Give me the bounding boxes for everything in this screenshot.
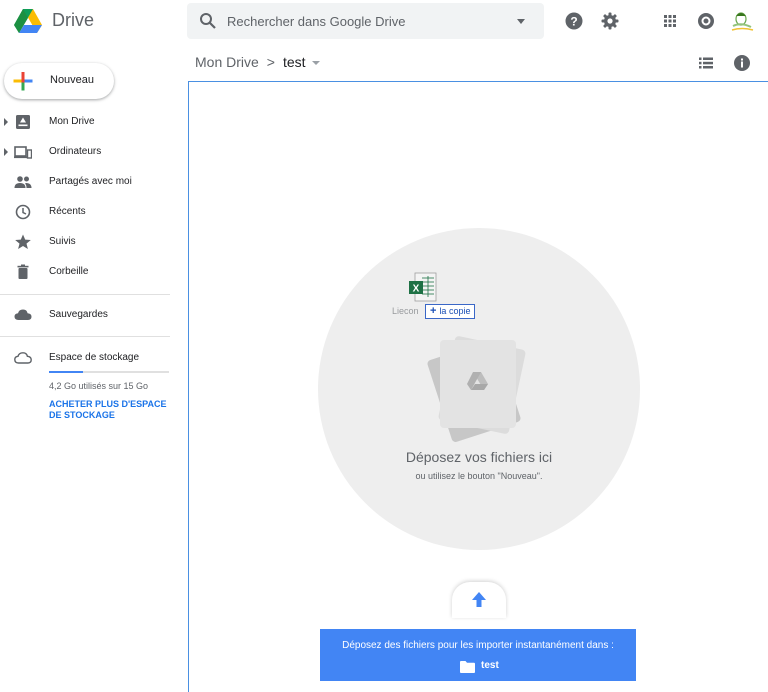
drive-files-illustration-icon	[427, 336, 526, 442]
list-view-icon[interactable]	[698, 55, 714, 71]
sidebar-item-starred[interactable]: Suivis	[0, 228, 180, 256]
upload-indicator	[452, 582, 506, 618]
drive-logo-icon[interactable]	[14, 8, 42, 34]
sidebar-divider	[0, 294, 170, 295]
copy-tooltip-label: la copie	[439, 306, 471, 316]
breadcrumb-current-folder[interactable]: test	[283, 54, 306, 70]
people-icon	[14, 176, 32, 188]
excel-file-icon[interactable]: X	[409, 272, 437, 302]
account-avatar[interactable]	[729, 10, 755, 34]
my-drive-icon	[16, 115, 30, 129]
settings-gear-icon[interactable]	[600, 11, 620, 31]
sidebar-item-label: Suivis	[49, 236, 76, 247]
search-icon[interactable]	[199, 12, 217, 30]
sidebar-item-my-drive[interactable]: Mon Drive	[0, 108, 180, 136]
breadcrumb-separator: >	[266, 54, 275, 70]
breadcrumb-root[interactable]: Mon Drive	[195, 54, 259, 70]
sidebar-item-backups[interactable]: Sauvegardes	[0, 301, 180, 329]
upload-arrow-icon	[472, 592, 486, 607]
drop-zone-title: Déposez vos fichiers ici	[405, 449, 553, 465]
search-options-dropdown-icon[interactable]	[517, 19, 525, 24]
sidebar-item-shared-with-me[interactable]: Partagés avec moi	[0, 168, 180, 196]
new-button[interactable]: Nouveau	[4, 63, 114, 99]
star-icon	[15, 234, 31, 249]
trash-icon	[17, 264, 29, 279]
breadcrumb: Mon Drive > test	[195, 54, 320, 70]
sidebar-item-label: Récents	[49, 206, 86, 217]
dragged-file-name: Liecon	[392, 306, 419, 316]
sidebar-item-computers[interactable]: Ordinateurs	[0, 138, 180, 166]
upload-banner: Déposez des fichiers pour les importer i…	[320, 629, 636, 681]
svg-text:?: ?	[570, 15, 577, 29]
search-bar[interactable]	[187, 3, 544, 39]
sidebar-item-label: Sauvegardes	[49, 309, 108, 320]
sidebar-item-label: Partagés avec moi	[49, 176, 132, 187]
new-button-label: Nouveau	[50, 74, 95, 86]
clock-icon	[15, 204, 31, 220]
sidebar-item-label: Ordinateurs	[49, 146, 102, 157]
sidebar-item-label: Mon Drive	[49, 116, 95, 127]
storage-usage-text: 4,2 Go utilisés sur 15 Go	[49, 381, 149, 391]
computers-icon	[14, 146, 32, 159]
drop-zone-subtitle: ou utilisez le bouton "Nouveau".	[415, 471, 543, 481]
storage-usage-bar	[49, 371, 169, 373]
buy-storage-link[interactable]: ACHETER PLUS D'ESPACE DE STOCKAGE	[49, 399, 174, 421]
sidebar-item-storage[interactable]: Espace de stockage	[0, 344, 180, 372]
cloud-icon	[14, 309, 32, 320]
cloud-outline-icon	[14, 352, 32, 364]
expand-caret-icon[interactable]	[4, 148, 8, 156]
sidebar-item-label: Espace de stockage	[49, 352, 140, 363]
notifications-icon[interactable]	[696, 11, 716, 31]
info-icon[interactable]	[733, 54, 751, 72]
brand-name[interactable]: Drive	[52, 10, 94, 31]
sidebar-divider	[0, 336, 170, 337]
sidebar-item-recent[interactable]: Récents	[0, 198, 180, 226]
sidebar-item-trash[interactable]: Corbeille	[0, 258, 180, 286]
top-bar: Drive ?	[0, 0, 768, 44]
copy-plus-icon: +	[430, 305, 437, 317]
svg-text:X: X	[413, 284, 420, 295]
plus-icon	[13, 72, 33, 91]
search-input[interactable]	[227, 3, 507, 39]
help-icon[interactable]: ?	[564, 11, 584, 31]
sidebar-item-label: Corbeille	[49, 266, 89, 277]
folder-menu-dropdown-icon[interactable]	[311, 61, 320, 66]
storage-usage-fill	[49, 371, 83, 373]
expand-caret-icon[interactable]	[4, 118, 8, 126]
apps-grid-icon[interactable]	[660, 11, 680, 31]
copy-tooltip: + la copie	[425, 304, 476, 319]
upload-banner-folder-name: test	[481, 660, 499, 671]
folder-icon	[460, 661, 475, 673]
upload-banner-message: Déposez des fichiers pour les importer i…	[342, 640, 614, 651]
